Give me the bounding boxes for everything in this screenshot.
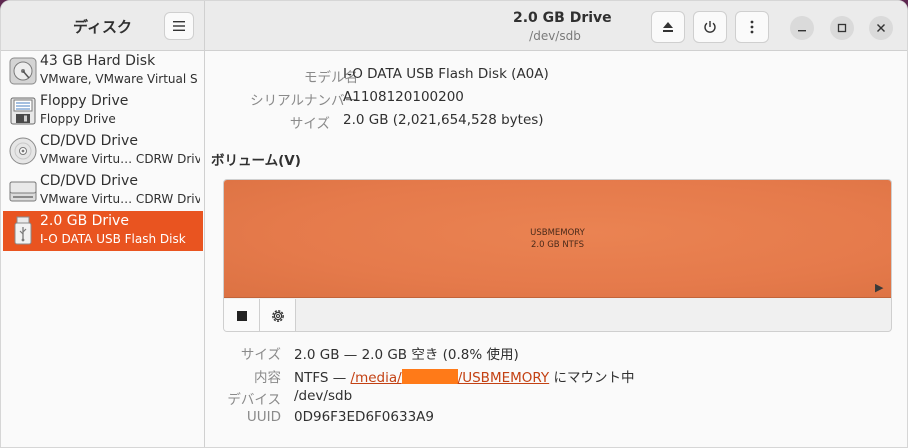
disk-item-desc: I-O DATA USB Flash Disk bbox=[40, 232, 186, 246]
close-icon bbox=[877, 24, 885, 32]
serial-value: A1108120100200 bbox=[343, 89, 464, 105]
eject-button[interactable] bbox=[651, 11, 685, 43]
redacted-username bbox=[401, 369, 458, 384]
optical-disc-icon bbox=[9, 137, 37, 165]
disk-item-desc: Floppy Drive bbox=[40, 112, 116, 126]
content-fs: NTFS — bbox=[294, 370, 351, 386]
disk-item-name: 43 GB Hard Disk bbox=[40, 53, 156, 69]
model-label: モデル名 bbox=[304, 70, 358, 86]
minimize-button[interactable] bbox=[790, 16, 814, 40]
close-button[interactable] bbox=[869, 16, 893, 40]
volumes-heading: ボリューム(V) bbox=[211, 153, 301, 169]
power-icon bbox=[704, 21, 716, 33]
content-value: NTFS — /media/ /USBMEMORY にマウント中 bbox=[294, 366, 634, 386]
uuid-label: UUID bbox=[246, 409, 281, 425]
uuid-value: 0D96F3ED6F0633A9 bbox=[294, 409, 434, 425]
volume-size-label: サイズ bbox=[240, 347, 281, 363]
maximize-button[interactable] bbox=[830, 16, 854, 40]
partition-size: 2.0 GB NTFS bbox=[530, 240, 585, 250]
eject-icon bbox=[663, 22, 673, 32]
disk-item-floppy[interactable]: Floppy Drive Floppy Drive bbox=[3, 91, 203, 131]
disks-window: ディスク 2.0 GB Drive /dev/sdb 43 GB Hard Di… bbox=[0, 0, 908, 448]
hard-disk-icon bbox=[9, 57, 37, 85]
disk-item-name: Floppy Drive bbox=[40, 93, 129, 109]
usb-drive-icon bbox=[14, 216, 32, 245]
unmount-button[interactable] bbox=[224, 299, 260, 331]
drive-size-label: サイズ bbox=[289, 116, 330, 132]
header-subtitle: /dev/sdb bbox=[529, 29, 581, 43]
sidebar-title: ディスク bbox=[73, 18, 132, 36]
partition-settings-button[interactable] bbox=[260, 299, 296, 331]
stop-icon bbox=[236, 310, 247, 321]
partition-name: USBMEMORY bbox=[530, 228, 585, 238]
disk-item-cdrom-1[interactable]: CD/DVD Drive VMware Virtu… CDRW Drive bbox=[3, 131, 203, 171]
maximize-icon bbox=[837, 23, 847, 33]
mount-path-link[interactable]: /media/ /USBMEMORY bbox=[350, 369, 550, 386]
mount-path-part-b: /USBMEMORY bbox=[457, 370, 550, 386]
mounted-suffix: にマウント中 bbox=[549, 370, 635, 386]
disk-item-usb-drive[interactable]: 2.0 GB Drive I-O DATA USB Flash Disk bbox=[3, 211, 203, 251]
header-title: 2.0 GB Drive bbox=[513, 10, 612, 26]
power-off-button[interactable] bbox=[693, 11, 727, 43]
floppy-icon bbox=[10, 97, 36, 125]
model-value: I-O DATA USB Flash Disk (A0A) bbox=[343, 66, 549, 82]
disk-item-desc: VMware Virtu… CDRW Drive bbox=[40, 192, 200, 206]
serial-label: シリアルナンバー bbox=[250, 93, 358, 109]
disk-item-desc: VMware Virtu… CDRW Drive bbox=[40, 152, 200, 166]
volume-size-value: 2.0 GB — 2.0 GB 空き (0.8% 使用) bbox=[294, 347, 519, 363]
minimize-icon bbox=[798, 30, 806, 32]
device-value: /dev/sdb bbox=[294, 388, 353, 404]
device-label: デバイス bbox=[227, 392, 281, 408]
partition-usbmemory[interactable]: USBMEMORY 2.0 GB NTFS ▶ bbox=[224, 180, 891, 298]
drive-menu-button[interactable] bbox=[735, 11, 769, 43]
hamburger-menu-icon bbox=[173, 21, 185, 31]
disk-item-name: CD/DVD Drive bbox=[40, 173, 138, 189]
gear-icon bbox=[271, 309, 284, 322]
disk-item-hard-disk[interactable]: 43 GB Hard Disk VMware, VMware Virtual S bbox=[3, 51, 203, 91]
disk-item-name: 2.0 GB Drive bbox=[40, 213, 129, 229]
volume-map: USBMEMORY 2.0 GB NTFS ▶ bbox=[223, 179, 892, 332]
disk-item-desc: VMware, VMware Virtual S bbox=[40, 72, 198, 86]
more-options-icon bbox=[750, 20, 754, 34]
disk-list: 43 GB Hard Disk VMware, VMware Virtual S… bbox=[1, 51, 205, 447]
main-menu-button[interactable] bbox=[164, 12, 194, 40]
partition-play-icon: ▶ bbox=[875, 281, 884, 294]
headerbar: 2.0 GB Drive /dev/sdb bbox=[205, 1, 907, 51]
mount-path-part-a: /media/ bbox=[350, 370, 402, 386]
disk-item-name: CD/DVD Drive bbox=[40, 133, 138, 149]
content-label: 内容 bbox=[254, 370, 281, 386]
sidebar-header: ディスク bbox=[1, 1, 205, 51]
disk-item-cdrom-2[interactable]: CD/DVD Drive VMware Virtu… CDRW Drive bbox=[3, 171, 203, 211]
drive-size-value: 2.0 GB (2,021,654,528 bytes) bbox=[343, 112, 544, 128]
optical-drive-icon bbox=[9, 181, 37, 202]
